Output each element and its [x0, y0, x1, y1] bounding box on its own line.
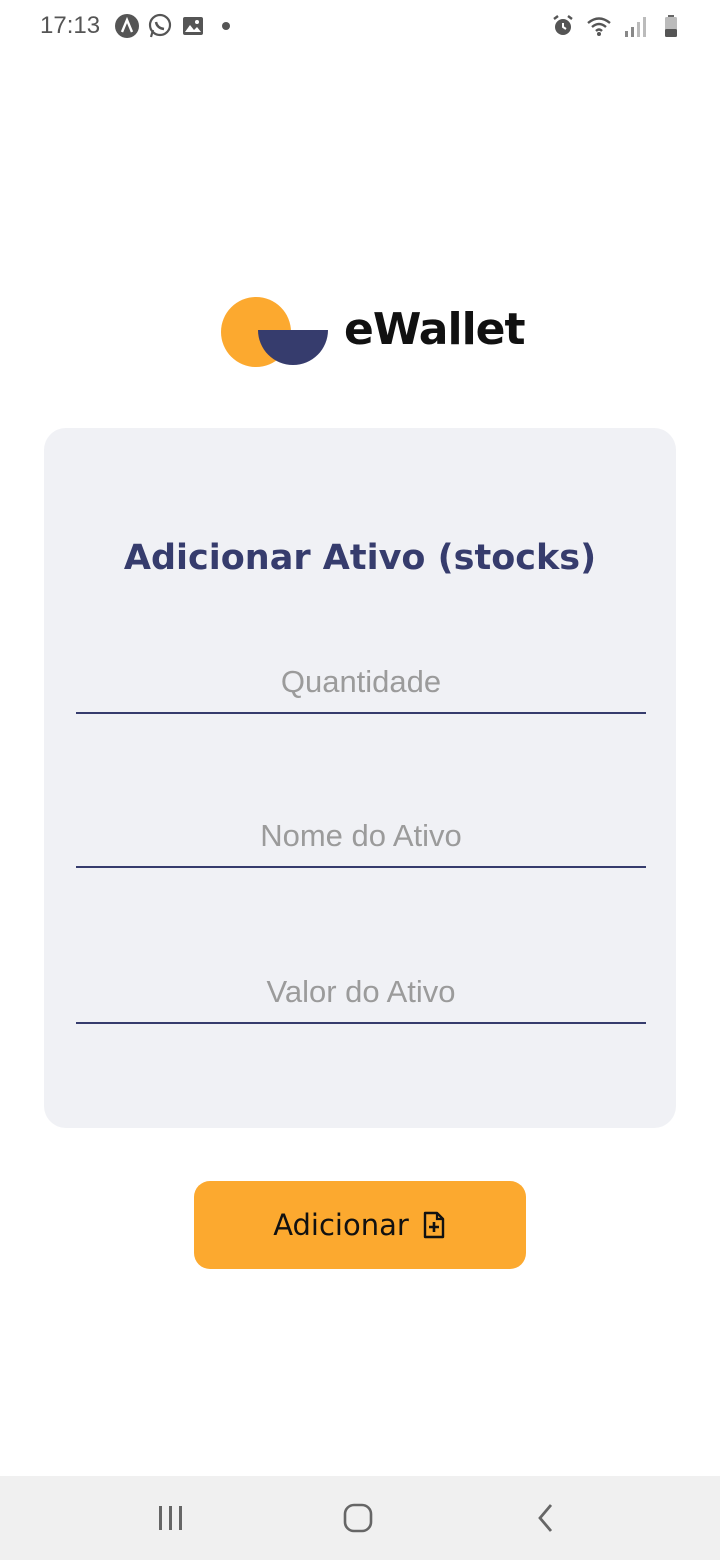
back-button[interactable] [516, 1496, 576, 1540]
whatsapp-icon [148, 13, 172, 38]
logo-text: eWallet [344, 304, 526, 355]
recents-icon [159, 1506, 182, 1530]
arc-app-icon [115, 14, 139, 38]
asset-name-input[interactable] [76, 798, 646, 866]
home-button[interactable] [328, 1496, 388, 1540]
home-icon [343, 1503, 373, 1533]
card-title: Adicionar Ativo (stocks) [123, 538, 597, 578]
quantity-input[interactable] [76, 644, 646, 712]
file-plus-icon [423, 1211, 445, 1239]
status-left-icons [114, 13, 239, 39]
quantity-field [76, 644, 646, 714]
logo-mark-icon [221, 297, 328, 367]
alarm-icon [553, 15, 573, 35]
wifi-icon [587, 17, 611, 36]
battery-icon [665, 15, 677, 37]
add-button[interactable]: Adicionar [194, 1181, 526, 1269]
asset-value-field [76, 954, 646, 1024]
gallery-icon [183, 17, 203, 35]
back-icon [538, 1504, 553, 1532]
system-nav-bar [0, 1476, 720, 1560]
asset-name-field [76, 798, 646, 868]
signal-icon [625, 17, 646, 37]
add-asset-card: Adicionar Ativo (stocks) [44, 428, 676, 1128]
asset-value-input[interactable] [76, 954, 646, 1022]
recents-button[interactable] [141, 1496, 201, 1540]
status-time: 17:13 [40, 12, 101, 39]
status-right-icons [550, 13, 684, 39]
dot-icon [222, 22, 230, 30]
add-button-label: Adicionar [273, 1208, 409, 1242]
status-bar: 17:13 [0, 0, 720, 56]
app-logo: eWallet [220, 294, 526, 370]
